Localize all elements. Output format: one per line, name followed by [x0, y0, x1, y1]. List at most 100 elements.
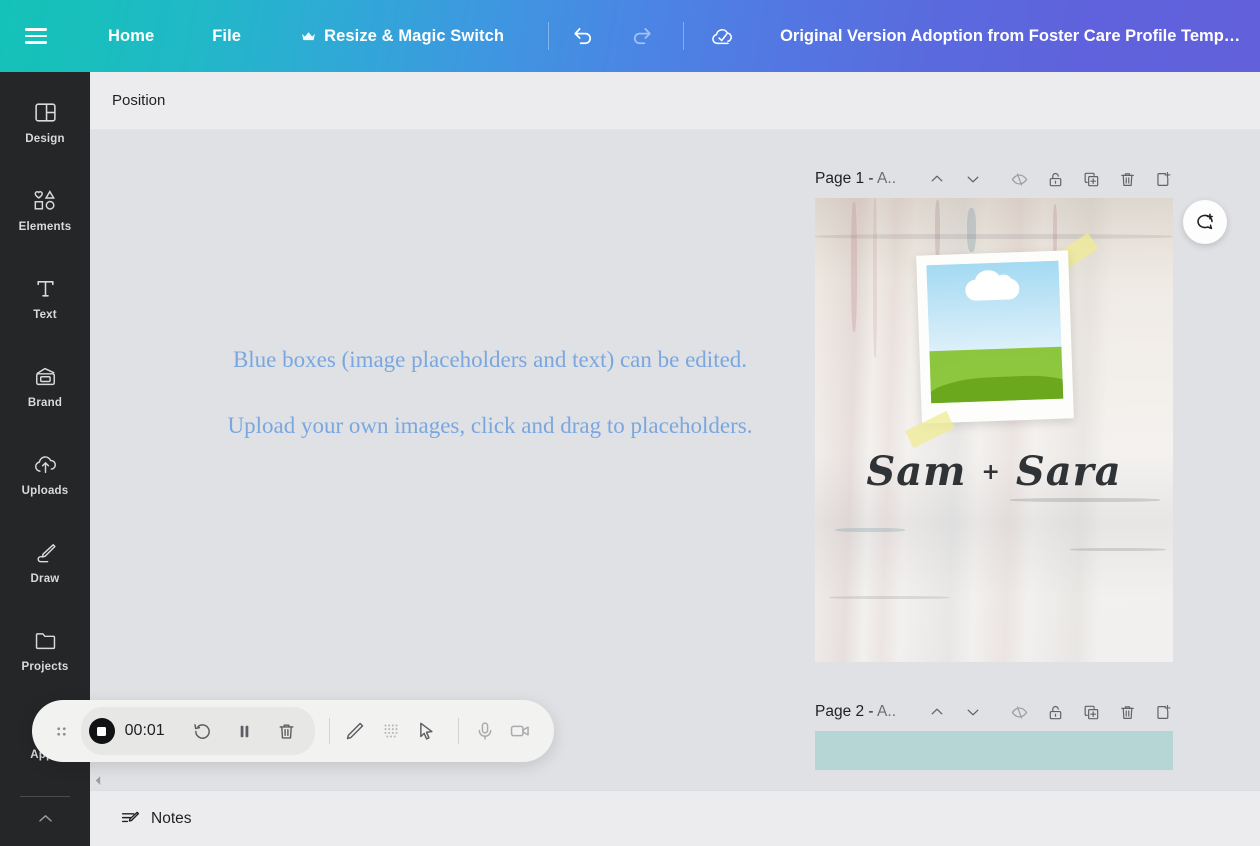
sidebar-item-design[interactable]: Design — [6, 86, 84, 158]
name-left: Sam — [866, 448, 967, 495]
landscape-photo — [926, 260, 1064, 404]
cloud-upload-icon — [32, 452, 59, 478]
microphone-icon[interactable] — [467, 711, 503, 751]
page-2-name[interactable]: Page 2 - A.. — [815, 703, 919, 721]
sidebar-item-draw[interactable]: Draw — [6, 526, 84, 598]
brand-kit-icon — [33, 364, 58, 390]
video-camera-icon[interactable] — [502, 711, 538, 751]
page-2-add-page-icon[interactable] — [1145, 695, 1181, 729]
design-title[interactable]: Original Version Adoption from Foster Ca… — [770, 19, 1250, 54]
add-comment-icon[interactable] — [1183, 200, 1227, 244]
sidebar-item-projects[interactable]: Projects — [6, 614, 84, 686]
page-2-move-down-chevron-down-icon[interactable] — [955, 695, 991, 729]
cloud — [964, 278, 1020, 301]
resize-magic-switch-label: Resize & Magic Switch — [324, 26, 505, 45]
name-separator: + — [981, 459, 1001, 485]
wall-streak — [967, 208, 976, 252]
page-2-duplicate-page-icon[interactable] — [1073, 695, 1109, 729]
toolbar-divider-2 — [683, 22, 685, 50]
sidebar-item-label: Projects — [21, 660, 69, 673]
page-1-move-down-chevron-down-icon[interactable] — [955, 162, 991, 196]
recording-elapsed-time: 00:01 — [124, 722, 165, 739]
page-1-eye-hidden-icon[interactable] — [1001, 162, 1037, 196]
sidebar-item-brand[interactable]: Brand — [6, 350, 84, 422]
notes-bar: Notes — [90, 790, 1260, 846]
hamburger-bars — [25, 24, 47, 48]
redo-arrow-icon[interactable] — [621, 16, 661, 56]
page-1-duplicate-page-icon[interactable] — [1073, 162, 1109, 196]
hamburger-menu-icon[interactable] — [0, 0, 72, 72]
canvas-hint-line-2: Upload your own images, click and drag t… — [227, 413, 753, 439]
crown-icon — [301, 31, 316, 42]
sidebar-item-label: Brand — [27, 396, 63, 409]
page-2-move-up-chevron-up-icon[interactable] — [919, 695, 955, 729]
notes-pencil-icon — [120, 808, 141, 829]
drag-dots-icon[interactable] — [48, 716, 75, 746]
page-2-unlock-icon[interactable] — [1037, 695, 1073, 729]
scroll-left-arrow-icon[interactable] — [90, 770, 106, 790]
wall-streak — [873, 198, 877, 358]
horizontal-scrollbar[interactable] — [90, 770, 1260, 790]
canvas-hint-text[interactable]: Blue boxes (image placeholders and text)… — [150, 347, 830, 439]
cloud-check-icon[interactable] — [702, 16, 742, 56]
resize-magic-switch-button[interactable]: Resize & Magic Switch — [287, 19, 518, 54]
wall-streak — [935, 200, 940, 260]
notes-label: Notes — [151, 809, 192, 827]
pause-icon[interactable] — [225, 711, 265, 751]
wall-streak — [815, 234, 1173, 239]
delete-recording-trash-icon[interactable] — [267, 711, 307, 751]
notes-button[interactable]: Notes — [110, 801, 202, 836]
screen-recorder-toolbar[interactable]: 00:01 — [32, 700, 554, 762]
page-1-name[interactable]: Page 1 - A.. — [815, 170, 919, 188]
page-1-canvas[interactable]: Sam + Sara — [815, 198, 1173, 662]
sidebar-item-text[interactable]: Text — [6, 262, 84, 334]
page-2-name-suffix: A.. — [877, 703, 896, 720]
undo-arrow-icon[interactable] — [563, 16, 603, 56]
page-2-header: Page 2 - A.. — [815, 695, 1181, 729]
pen-draw-icon — [33, 540, 58, 566]
sidebar-item-label: Text — [33, 308, 57, 321]
page-1-trash-icon[interactable] — [1109, 162, 1145, 196]
folder-projects-icon — [33, 628, 58, 654]
object-toolbar: Position — [90, 72, 1260, 130]
pencil-icon[interactable] — [338, 711, 374, 751]
page-2-eye-hidden-icon[interactable] — [1001, 695, 1037, 729]
sidebar-item-label: Design — [25, 132, 65, 145]
restart-arrow-icon[interactable] — [183, 711, 223, 751]
couple-names-text[interactable]: Sam + Sara — [815, 448, 1173, 495]
sidebar-collapse-chevron-up-icon[interactable] — [30, 807, 60, 829]
dotted-grid-icon[interactable] — [373, 711, 409, 751]
page-1-name-suffix: A.. — [877, 170, 896, 187]
file-menu-item[interactable]: File — [198, 19, 255, 54]
recorder-divider-1 — [328, 718, 330, 744]
wall-streak — [1070, 548, 1166, 551]
sidebar-item-label: Uploads — [21, 484, 69, 497]
page-2-name-prefix: Page 2 - — [815, 703, 878, 720]
canva-editor-window: Home File Resize & Magic Switch Original… — [0, 0, 1260, 846]
sidebar-item-elements[interactable]: Elements — [6, 174, 84, 246]
page-2-canvas[interactable] — [815, 731, 1173, 771]
page-1-add-page-icon[interactable] — [1145, 162, 1181, 196]
cursor-arrow-icon[interactable] — [409, 711, 445, 751]
scrollbar-track[interactable] — [106, 775, 1260, 785]
toolbar-divider-1 — [548, 22, 550, 50]
page-1-move-up-chevron-up-icon[interactable] — [919, 162, 955, 196]
shapes-elements-icon — [32, 188, 59, 214]
layout-design-icon — [33, 100, 58, 126]
wall-streak — [1010, 498, 1160, 502]
wall-streak — [835, 528, 905, 532]
page-1-name-prefix: Page 1 - — [815, 170, 878, 187]
canvas-area[interactable]: Blue boxes (image placeholders and text)… — [90, 130, 1260, 790]
top-app-bar: Home File Resize & Magic Switch Original… — [0, 0, 1260, 72]
stop-record-icon[interactable] — [88, 718, 115, 744]
home-menu-item[interactable]: Home — [94, 19, 168, 54]
polaroid-photo[interactable] — [916, 250, 1074, 424]
sidebar-item-label: Draw — [30, 572, 60, 585]
position-button[interactable]: Position — [100, 85, 177, 116]
wall-streak — [829, 596, 949, 599]
sidebar-divider — [20, 796, 70, 797]
page-1-unlock-icon[interactable] — [1037, 162, 1073, 196]
recorder-divider-2 — [458, 718, 459, 744]
page-2-trash-icon[interactable] — [1109, 695, 1145, 729]
sidebar-item-uploads[interactable]: Uploads — [6, 438, 84, 510]
